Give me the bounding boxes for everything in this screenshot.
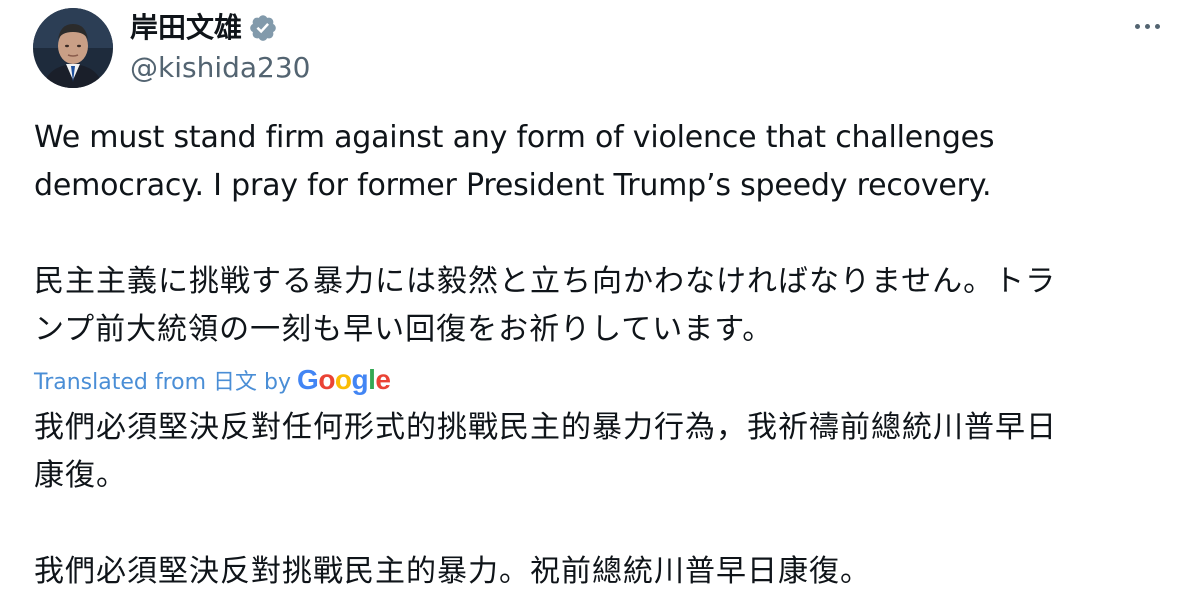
more-options-icon[interactable] xyxy=(1125,18,1169,34)
author-handle[interactable]: @kishida230 xyxy=(130,50,310,86)
translated-from-link[interactable]: Translated from 日文 by Google xyxy=(34,362,391,398)
avatar[interactable] xyxy=(33,8,113,88)
tweet-japanese-line: ンプ前大統領の一刻も早い回復をお祈りしています。 xyxy=(34,312,774,347)
dot xyxy=(1144,23,1150,29)
tweet-text: We must stand firm against any form of v… xyxy=(34,114,1174,354)
translated-from-label: Translated from 日文 by xyxy=(34,370,292,395)
display-name[interactable]: 岸田文雄 xyxy=(130,10,242,46)
translated-line: 我們必須堅決反對挑戰民主的暴力。祝前總統川普早日康復。 xyxy=(34,554,871,589)
author-name-row: 岸田文雄 xyxy=(130,8,278,48)
google-logo: Google xyxy=(297,364,391,395)
dot xyxy=(1154,23,1160,29)
dot xyxy=(1134,23,1140,29)
tweet-english-line: We must stand firm against any form of v… xyxy=(34,120,995,155)
tweet-english-line: democracy. I pray for former President T… xyxy=(34,168,992,203)
verified-badge-icon[interactable] xyxy=(248,13,278,43)
translated-line: 我們必須堅決反對任何形式的挑戰民主的暴力行為，我祈禱前總統川普早日 xyxy=(34,410,1057,445)
tweet-japanese-line: 民主主義に挑戦する暴力には毅然と立ち向かわなければなりません。トラ xyxy=(34,264,1057,299)
avatar-portrait-icon xyxy=(33,8,113,88)
translated-text: 我們必須堅決反對任何形式的挑戰民主的暴力行為，我祈禱前總統川普早日 康復。 我們… xyxy=(34,404,1174,596)
translated-line: 康復。 xyxy=(34,458,127,493)
